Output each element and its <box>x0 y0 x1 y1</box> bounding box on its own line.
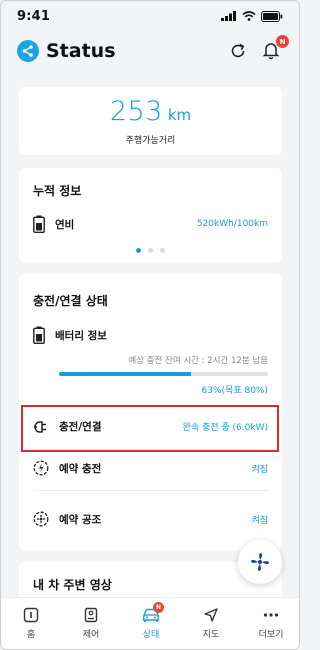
tab-more[interactable]: 더보기 <box>241 598 299 649</box>
notification-badge: N <box>276 35 289 48</box>
charging-status-card: 충전/연결 상태 배터리 정보 예상 충전 잔여 시간 : 2시간 12분 남음… <box>19 274 282 550</box>
connection-row[interactable]: 충전/연결 완속 충전 중 (6.0kW) <box>33 419 268 434</box>
efficiency-value: 520kWh/100km <box>196 219 268 229</box>
accumulated-info-card[interactable]: 누적 정보 연비 520kWh/100km <box>19 168 282 262</box>
page-title: Status <box>46 40 116 62</box>
brand: Status <box>17 40 116 62</box>
tab-more-label: 더보기 <box>258 630 284 640</box>
wifi-icon <box>242 11 256 21</box>
efficiency-label: 연비 <box>55 218 75 231</box>
reserve-climate-row[interactable]: 예약 공조 켜짐 <box>33 511 268 527</box>
share-logo-icon <box>17 40 39 62</box>
fan-icon <box>251 553 269 571</box>
fan-fab-button[interactable] <box>238 540 282 584</box>
pager-dot-active[interactable] <box>136 248 141 253</box>
efficiency-row: 연비 520kWh/100km <box>33 215 268 233</box>
tab-status-label: 상태 <box>142 630 160 640</box>
range-value: 253 km <box>110 96 191 127</box>
battery-icon <box>33 215 45 233</box>
pager-dot[interactable] <box>148 248 153 253</box>
status-icons <box>221 10 283 22</box>
navigation-icon <box>204 608 218 622</box>
pager-dot[interactable] <box>160 248 165 253</box>
divider <box>33 449 268 450</box>
app-frame: 9:41 Status N 253 km 주행가능거리 누적 정보 연비 520… <box>0 0 300 650</box>
battery-icon <box>33 326 45 344</box>
bottom-navigation: 홈 제어 N 상태 지도 더보기 <box>1 597 299 649</box>
remote-icon <box>84 607 98 623</box>
range-label: 주행가능거리 <box>125 136 176 146</box>
battery-info-row: 배터리 정보 <box>33 326 268 344</box>
signal-icon <box>221 11 236 21</box>
range-number: 253 <box>109 96 163 127</box>
connection-label: 충전/연결 <box>59 421 102 433</box>
battery-info-label: 배터리 정보 <box>55 329 107 342</box>
battery-status-icon <box>261 10 283 22</box>
reserve-climate-label: 예약 공조 <box>59 513 102 526</box>
more-icon <box>263 613 279 617</box>
tab-home-label: 홈 <box>26 630 36 640</box>
tab-control[interactable]: 제어 <box>61 598 121 649</box>
battery-progress-bar <box>59 372 268 376</box>
tab-map-label: 지도 <box>202 630 220 640</box>
clock: 9:41 <box>17 8 51 24</box>
notifications-button[interactable]: N <box>261 35 289 62</box>
plug-icon <box>34 420 46 433</box>
scheduled-climate-icon <box>33 511 49 527</box>
reserve-climate-value[interactable]: 켜짐 <box>251 513 268 526</box>
status-tab-badge: N <box>153 602 164 613</box>
range-unit: km <box>167 106 192 124</box>
tab-home[interactable]: 홈 <box>1 598 61 649</box>
battery-percent: 63%(목표 80%) <box>201 386 268 396</box>
scheduled-charge-icon <box>33 460 49 476</box>
tab-control-label: 제어 <box>82 630 100 640</box>
app-header: Status N <box>1 31 299 71</box>
carousel-pager <box>19 248 282 253</box>
reserve-charge-label: 예약 충전 <box>59 462 102 475</box>
battery-progress-fill <box>59 372 191 376</box>
tab-map[interactable]: 지도 <box>181 598 241 649</box>
header-actions: N <box>229 35 289 62</box>
refresh-icon[interactable] <box>229 42 247 60</box>
connection-value: 완속 충전 중 (6.0kW) <box>182 423 268 433</box>
reserve-charge-row[interactable]: 예약 충전 켜짐 <box>33 460 268 476</box>
accumulated-title: 누적 정보 <box>33 184 82 198</box>
remaining-charge-time: 예상 충전 잔여 시간 : 2시간 12분 남음 <box>128 356 268 366</box>
divider <box>33 490 268 491</box>
tab-status[interactable]: N 상태 <box>121 598 181 649</box>
home-icon <box>23 607 39 623</box>
status-bar: 9:41 <box>1 1 299 31</box>
video-title: 내 차 주변 영상 <box>33 578 112 592</box>
charging-title: 충전/연결 상태 <box>33 294 108 308</box>
range-card: 253 km 주행가능거리 <box>19 87 282 155</box>
reserve-charge-value[interactable]: 켜짐 <box>251 462 268 475</box>
